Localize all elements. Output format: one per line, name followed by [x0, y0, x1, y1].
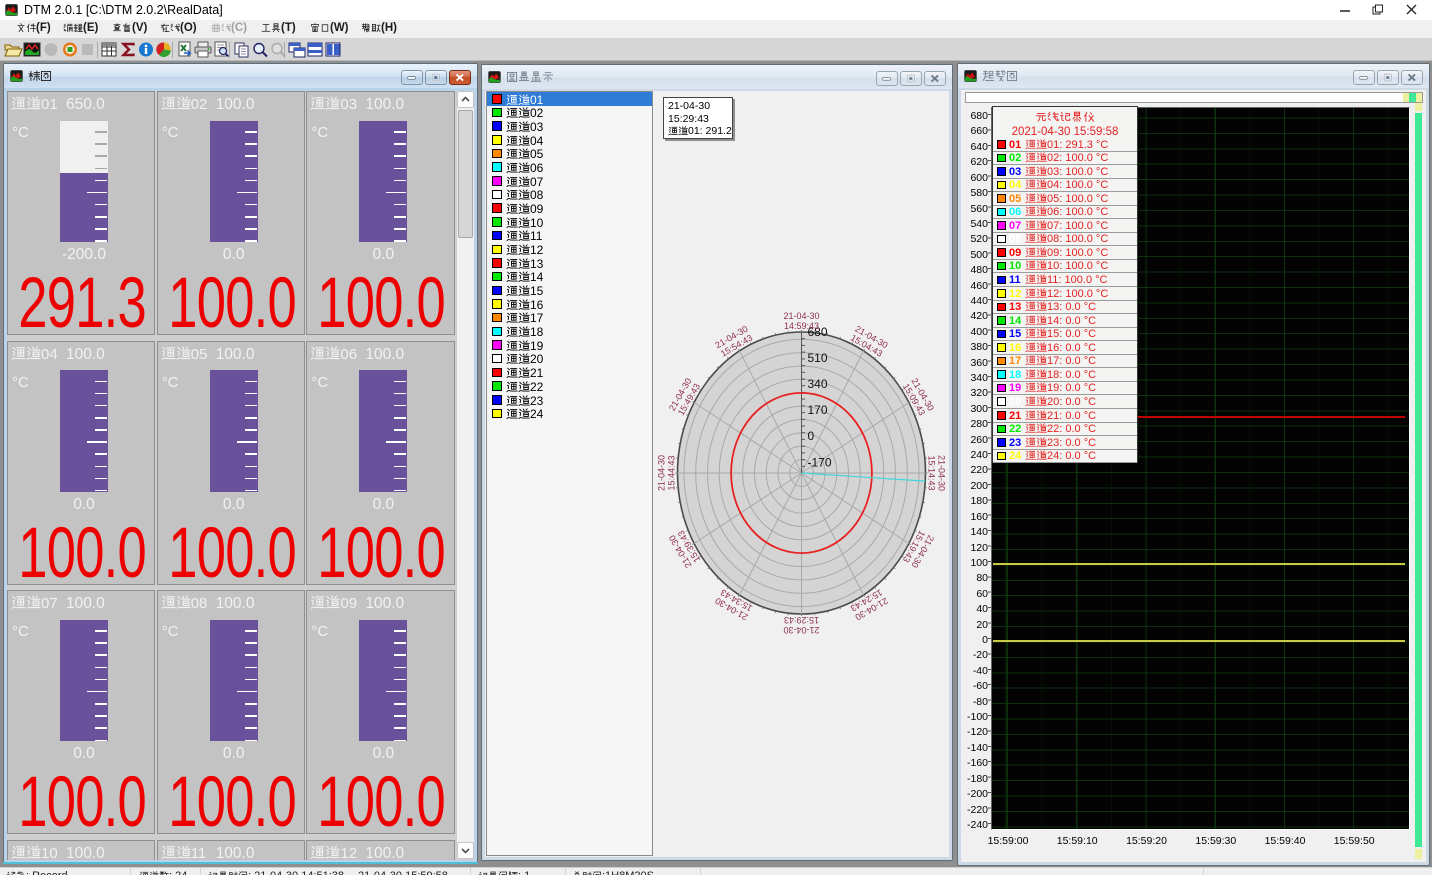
svg-text:340: 340: [808, 377, 828, 391]
svg-text:15:44:43: 15:44:43: [667, 455, 677, 490]
svg-text:-170: -170: [808, 455, 832, 469]
svg-text:21-04-30: 21-04-30: [657, 455, 667, 491]
svg-text:170: 170: [808, 403, 828, 417]
svg-text:510: 510: [808, 351, 828, 365]
svg-text:21-04-30: 21-04-30: [783, 311, 819, 321]
svg-text:0: 0: [808, 429, 815, 443]
svg-text:21-04-30: 21-04-30: [937, 455, 947, 491]
svg-text:21-04-30: 21-04-30: [783, 625, 819, 635]
svg-text:15:29:43: 15:29:43: [784, 615, 819, 625]
svg-text:15:14:43: 15:14:43: [927, 455, 937, 490]
svg-text:14:59:43: 14:59:43: [784, 321, 819, 331]
